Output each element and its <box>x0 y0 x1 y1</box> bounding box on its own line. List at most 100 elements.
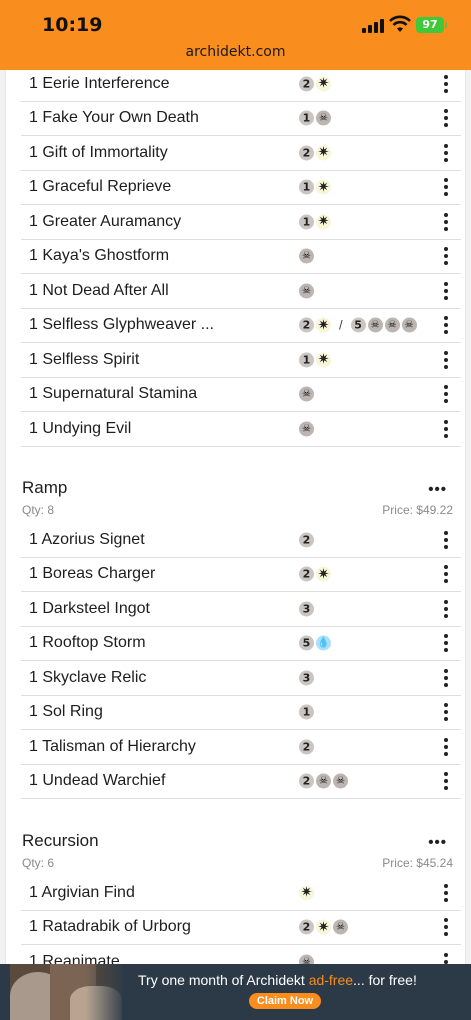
card-menu-icon[interactable] <box>443 703 449 722</box>
generic-mana-pip: 3 <box>299 670 314 686</box>
generic-mana-pip: 5 <box>350 317 366 333</box>
card-row[interactable]: 1 Eerie Interference 2 ✷ <box>21 70 461 102</box>
mana-cost: 2 ✷/5 ☠ ☠ ☠ <box>299 317 417 333</box>
mana-cost: 2 <box>299 532 314 548</box>
card-name[interactable]: 1 Ratadrabik of Urborg <box>29 918 191 936</box>
card-row[interactable]: 1 Gift of Immortality 2 ✷ <box>21 136 461 171</box>
card-name[interactable]: 1 Not Dead After All <box>29 282 169 300</box>
card-row[interactable]: 1 Greater Auramancy 1 ✷ <box>21 205 461 240</box>
mana-cost: 3 <box>299 670 314 686</box>
card-menu-icon[interactable] <box>443 143 449 162</box>
card-name[interactable]: 1 Fake Your Own Death <box>29 109 199 127</box>
card-menu-icon[interactable] <box>443 212 449 231</box>
section-menu-recursion[interactable]: ••• <box>428 834 447 851</box>
mana-cost: 1 ✷ <box>299 213 331 230</box>
card-row[interactable]: 1 Graceful Reprieve 1 ✷ <box>21 171 461 205</box>
ad-banner[interactable]: Try one month of Archidekt ad-free... fo… <box>0 964 471 1020</box>
white-mana-icon: ✷ <box>316 75 331 92</box>
card-name[interactable]: 1 Talisman of Hierarchy <box>29 738 196 756</box>
card-row[interactable]: 1 Reanimate ☠ <box>21 945 461 964</box>
card-row[interactable]: 1 Ratadrabik of Urborg 2 ✷ ☠ <box>21 911 461 945</box>
card-row[interactable]: 1 Boreas Charger 2 ✷ <box>21 558 461 592</box>
card-menu-icon[interactable] <box>443 281 449 300</box>
card-menu-icon[interactable] <box>443 419 449 438</box>
card-row[interactable]: 1 Supernatural Stamina ☠ <box>21 378 461 412</box>
card-name[interactable]: 1 Selfless Glyphweaver ... <box>29 316 214 334</box>
section-qty-recursion: Qty: 6 <box>22 856 55 870</box>
black-mana-icon: ☠ <box>299 421 314 437</box>
white-mana-icon: ✷ <box>316 566 331 583</box>
card-name[interactable]: 1 Graceful Reprieve <box>29 178 171 196</box>
mana-cost: 1 ✷ <box>299 352 331 368</box>
claim-now-button[interactable]: Claim Now <box>249 993 321 1009</box>
card-row[interactable]: 1 Fake Your Own Death 1 ☠ <box>21 102 461 136</box>
card-row[interactable]: 1 Talisman of Hierarchy 2 <box>21 730 461 765</box>
card-name[interactable]: 1 Undead Warchief <box>29 772 165 790</box>
card-menu-icon[interactable] <box>443 772 449 791</box>
white-mana-icon: ✷ <box>316 213 331 230</box>
card-row[interactable]: 1 Argivian Find ✷ <box>21 876 461 911</box>
card-name[interactable]: 1 Argivian Find <box>29 884 135 902</box>
mana-cost: 5 💧 <box>299 635 331 651</box>
card-row[interactable]: 1 Undying Evil ☠ <box>21 412 461 447</box>
card-menu-icon[interactable] <box>443 668 449 687</box>
card-name[interactable]: 1 Reanimate <box>29 953 120 964</box>
card-menu-icon[interactable] <box>443 883 449 902</box>
card-menu-icon[interactable] <box>443 918 449 937</box>
card-menu-icon[interactable] <box>443 737 449 756</box>
generic-mana-pip: 1 <box>299 214 314 230</box>
card-name[interactable]: 1 Selfless Spirit <box>29 351 139 369</box>
black-mana-icon: ☠ <box>299 386 314 402</box>
card-row[interactable]: 1 Sol Ring 1 <box>21 696 461 730</box>
black-mana-icon: ☠ <box>401 317 417 333</box>
address-bar[interactable]: archidekt.com <box>0 44 471 60</box>
mana-cost: 2 ✷ <box>299 75 331 92</box>
card-row[interactable]: 1 Darksteel Ingot 3 <box>21 592 461 627</box>
card-row[interactable]: 1 Rooftop Storm 5 💧 <box>21 627 461 661</box>
card-menu-icon[interactable] <box>443 530 449 549</box>
card-name[interactable]: 1 Azorius Signet <box>29 531 145 549</box>
card-menu-icon[interactable] <box>443 74 449 93</box>
card-name[interactable]: 1 Eerie Interference <box>29 75 170 93</box>
card-row[interactable]: 1 Not Dead After All ☠ <box>21 274 461 309</box>
card-menu-icon[interactable] <box>443 109 449 128</box>
card-menu-icon[interactable] <box>443 634 449 653</box>
card-row[interactable]: 1 Azorius Signet 2 <box>21 523 461 558</box>
card-menu-icon[interactable] <box>443 385 449 404</box>
blue-mana-icon: 💧 <box>316 635 331 651</box>
card-row[interactable]: 1 Selfless Spirit 1 ✷ <box>21 343 461 378</box>
section-menu-ramp[interactable]: ••• <box>428 481 447 498</box>
card-menu-icon[interactable] <box>443 565 449 584</box>
card-name[interactable]: 1 Kaya's Ghostform <box>29 247 169 265</box>
clock: 10:19 <box>42 14 103 36</box>
card-name[interactable]: 1 Gift of Immortality <box>29 144 168 162</box>
card-menu-icon[interactable] <box>443 178 449 197</box>
card-name[interactable]: 1 Boreas Charger <box>29 565 155 583</box>
mana-cost: 2 ✷ <box>299 566 331 583</box>
card-name[interactable]: 1 Sol Ring <box>29 703 103 721</box>
card-name[interactable]: 1 Greater Auramancy <box>29 213 181 231</box>
card-menu-icon[interactable] <box>443 350 449 369</box>
card-row[interactable]: 1 Undead Warchief 2 ☠ ☠ <box>21 765 461 799</box>
card-menu-icon[interactable] <box>443 247 449 266</box>
card-row[interactable]: 1 Selfless Glyphweaver ... 2 ✷/5 ☠ ☠ ☠ <box>21 309 461 343</box>
generic-mana-pip: 3 <box>299 601 314 617</box>
card-row[interactable]: 1 Kaya's Ghostform ☠ <box>21 240 461 274</box>
card-name[interactable]: 1 Skyclave Relic <box>29 669 146 687</box>
card-name[interactable]: 1 Undying Evil <box>29 420 131 438</box>
cost-divider: / <box>339 317 343 333</box>
card-menu-icon[interactable] <box>443 952 449 964</box>
mana-cost: 1 <box>299 704 314 720</box>
card-name[interactable]: 1 Supernatural Stamina <box>29 385 197 403</box>
card-menu-icon[interactable] <box>443 599 449 618</box>
generic-mana-pip: 2 <box>299 76 314 92</box>
mana-cost: ☠ <box>299 386 314 402</box>
generic-mana-pip: 2 <box>299 532 314 548</box>
card-row[interactable]: 1 Skyclave Relic 3 <box>21 661 461 696</box>
card-name[interactable]: 1 Darksteel Ingot <box>29 600 150 618</box>
generic-mana-pip: 1 <box>299 179 314 195</box>
generic-mana-pip: 5 <box>299 635 314 651</box>
card-name[interactable]: 1 Rooftop Storm <box>29 634 146 652</box>
black-mana-icon: ☠ <box>299 954 314 964</box>
card-menu-icon[interactable] <box>443 316 449 335</box>
